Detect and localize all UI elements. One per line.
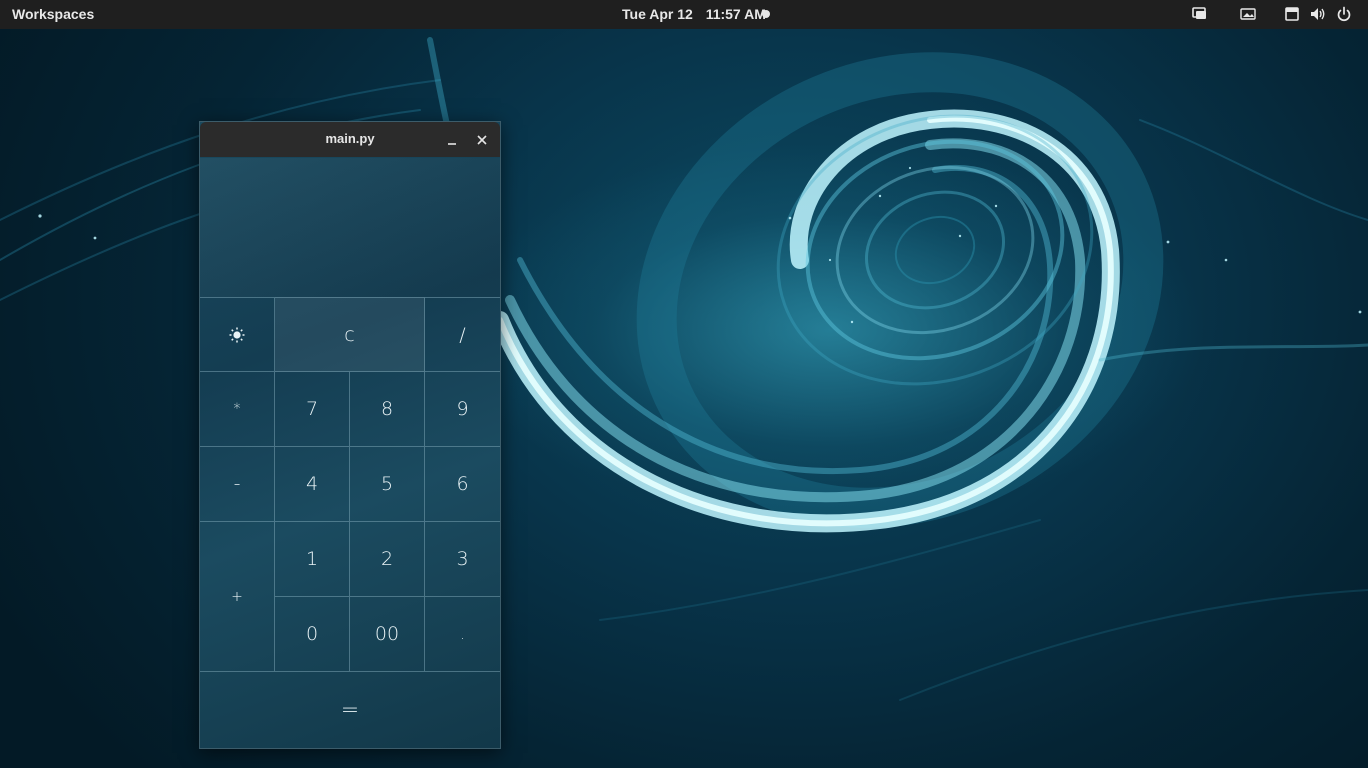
digit-6-button[interactable]: 6 — [425, 447, 500, 522]
clock-time: 11:57 AM — [705, 6, 766, 22]
keyboard-layout-icon[interactable] — [1283, 5, 1301, 23]
digit-2-button[interactable]: 2 — [350, 522, 425, 597]
digit-7-button[interactable]: 7 — [275, 372, 350, 447]
digit-4-button[interactable]: 4 — [275, 447, 350, 522]
digit-3-button[interactable]: 3 — [425, 522, 500, 597]
plus-button[interactable]: + — [200, 522, 275, 672]
equals-button[interactable]: = — [200, 672, 500, 748]
digit-1-button[interactable]: 1 — [275, 522, 350, 597]
clock[interactable]: Tue Apr 12 11:57 AM — [622, 6, 766, 22]
close-button[interactable] — [472, 130, 492, 150]
digit-9-button[interactable]: 9 — [425, 372, 500, 447]
workspaces-button[interactable]: Workspaces — [12, 6, 94, 22]
power-icon[interactable] — [1335, 5, 1353, 23]
minimize-icon — [448, 143, 456, 145]
notification-dot — [762, 10, 770, 18]
screen-share-icon[interactable] — [1191, 5, 1209, 23]
double-zero-button[interactable]: 00 — [350, 597, 425, 672]
digit-5-button[interactable]: 5 — [350, 447, 425, 522]
minus-button[interactable]: - — [200, 447, 275, 522]
calculator-display — [200, 158, 500, 297]
theme-toggle-button[interactable] — [200, 297, 275, 372]
clear-button[interactable]: c — [275, 297, 425, 372]
digit-0-button[interactable]: 0 — [275, 597, 350, 672]
multiply-button[interactable]: * — [200, 372, 275, 447]
clock-date: Tue Apr 12 — [622, 6, 693, 22]
window-titlebar[interactable]: main.py — [200, 122, 500, 157]
display-icon[interactable] — [1239, 5, 1257, 23]
top-bar: Workspaces Tue Apr 12 11:57 AM — [0, 0, 1368, 29]
sun-icon — [229, 327, 245, 342]
calculator-window: main.py c / * 7 8 9 - 4 5 6 + 1 2 3 0 00… — [199, 121, 501, 749]
minimize-button[interactable] — [442, 130, 462, 150]
digit-8-button[interactable]: 8 — [350, 372, 425, 447]
decimal-button[interactable]: . — [425, 597, 500, 672]
volume-icon[interactable] — [1309, 5, 1327, 23]
close-icon — [477, 135, 487, 145]
divide-button[interactable]: / — [425, 297, 500, 372]
